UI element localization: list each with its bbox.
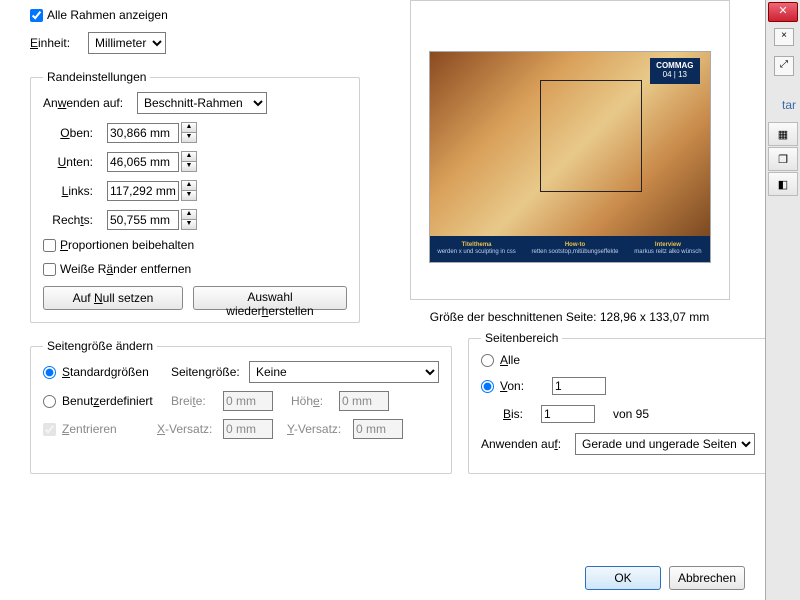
remove-white-label: Weiße Ränder entfernen: [60, 262, 191, 276]
width-label: Breite:: [171, 394, 215, 408]
remove-white-checkbox[interactable]: Weiße Ränder entfernen: [43, 262, 347, 276]
width-input: [223, 391, 273, 411]
margin-bottom-input[interactable]: [107, 152, 179, 172]
margin-right-label: Rechts:: [43, 213, 93, 227]
keep-proportions-input[interactable]: [43, 239, 56, 252]
center-checkbox: Zentrieren: [43, 422, 149, 436]
range-of-label: von 95: [613, 407, 649, 421]
remove-white-input[interactable]: [43, 263, 56, 276]
margins-fieldset: Randeinstellungen Anwenden auf: Beschnit…: [30, 70, 360, 323]
pagesize-fieldset: Seitengröße ändern Standardgrößen Seiten…: [30, 339, 452, 474]
range-to-input[interactable]: [541, 405, 595, 423]
margin-bottom-label: Unten:: [43, 155, 93, 169]
height-label: Höhe:: [291, 394, 331, 408]
height-input: [339, 391, 389, 411]
side-text: tar: [782, 98, 796, 112]
show-all-frames-checkbox[interactable]: Alle Rahmen anzeigen: [30, 8, 360, 22]
xoffset-input: [223, 419, 273, 439]
margin-left-input[interactable]: [107, 181, 179, 201]
range-all-radio[interactable]: Alle: [481, 353, 755, 367]
preview-footer: Titelthemawerden x und sculpting in css …: [430, 236, 710, 262]
crop-size-text: Größe der beschnittenen Seite: 128,96 x …: [390, 310, 749, 324]
margin-right-spinner[interactable]: ▲▼: [181, 209, 197, 230]
margin-left-spinner[interactable]: ▲▼: [181, 180, 197, 201]
range-from-label: Von:: [500, 379, 524, 393]
preview-pane: COMMAG04 | 13 Titelthemawerden x und scu…: [410, 0, 730, 300]
keep-proportions-label: Proportionen beibehalten: [60, 238, 194, 252]
range-apply-select[interactable]: Gerade und ungerade Seiten: [575, 433, 755, 455]
ok-button[interactable]: OK: [585, 566, 661, 590]
range-from-input[interactable]: [552, 377, 606, 395]
range-to-label: Bis:: [503, 407, 533, 421]
margin-bottom-spinner[interactable]: ▲▼: [181, 151, 197, 172]
cancel-button[interactable]: Abbrechen: [669, 566, 745, 590]
tool-icon-1[interactable]: ▦: [768, 122, 798, 146]
secondary-close-icon[interactable]: ×: [774, 28, 794, 46]
custom-radio[interactable]: Benutzerdefiniert: [43, 394, 163, 408]
pagesize-legend: Seitengröße ändern: [43, 339, 157, 353]
keep-proportions-checkbox[interactable]: Proportionen beibehalten: [43, 238, 347, 252]
show-all-frames-input[interactable]: [30, 9, 43, 22]
crop-frame: [540, 80, 642, 192]
pagesize-label: Seitengröße:: [171, 365, 241, 379]
range-fieldset: Seitenbereich Alle Von: Bis: von 95 Anwe…: [468, 331, 768, 474]
std-sizes-radio[interactable]: Standardgrößen: [43, 365, 163, 379]
margins-legend: Randeinstellungen: [43, 70, 150, 84]
margin-left-label: Links:: [43, 184, 93, 198]
center-label: Zentrieren: [62, 422, 117, 436]
tool-icon-3[interactable]: ◧: [768, 172, 798, 196]
reset-zero-button[interactable]: Auf Null setzen: [43, 286, 183, 310]
close-icon[interactable]: ✕: [768, 2, 798, 22]
apply-to-select[interactable]: Beschnitt-Rahmen: [137, 92, 267, 114]
preview-page: COMMAG04 | 13 Titelthemawerden x und scu…: [429, 51, 711, 263]
tool-icon-2[interactable]: ❐: [768, 147, 798, 171]
range-legend: Seitenbereich: [481, 331, 562, 345]
margin-right-input[interactable]: [107, 210, 179, 230]
std-sizes-label: Standardgrößen: [62, 365, 149, 379]
restore-selection-button[interactable]: Auswahl wiederherstellen: [193, 286, 347, 310]
apply-to-label: Anwenden auf:: [43, 96, 129, 110]
range-from-radio[interactable]: Von:: [481, 379, 524, 393]
unit-label: Einheit:: [30, 36, 80, 50]
range-all-label: Alle: [500, 353, 520, 367]
show-all-frames-label: Alle Rahmen anzeigen: [47, 8, 168, 22]
pagesize-select[interactable]: Keine: [249, 361, 439, 383]
custom-label: Benutzerdefiniert: [62, 394, 153, 408]
preview-tag: COMMAG04 | 13: [650, 58, 699, 84]
side-panel: ✕ × ⤢ tar ▦ ❐ ◧: [765, 0, 800, 600]
margin-top-spinner[interactable]: ▲▼: [181, 122, 197, 143]
yoffset-label: Y-Versatz:: [287, 422, 345, 436]
xoffset-label: X-Versatz:: [157, 422, 215, 436]
yoffset-input: [353, 419, 403, 439]
unit-select[interactable]: Millimeter: [88, 32, 166, 54]
margin-top-input[interactable]: [107, 123, 179, 143]
margin-top-label: Oben:: [43, 126, 93, 140]
expand-icon[interactable]: ⤢: [774, 56, 794, 76]
range-apply-label: Anwenden auf:: [481, 437, 567, 451]
